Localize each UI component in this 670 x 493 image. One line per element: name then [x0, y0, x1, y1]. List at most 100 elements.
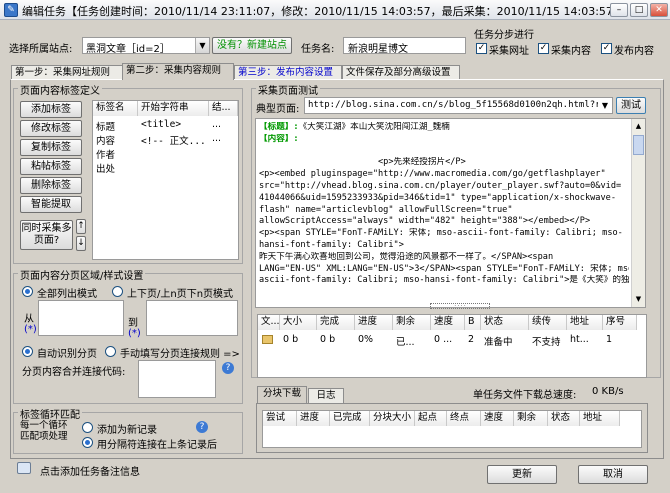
- table-row[interactable]: 作者: [93, 145, 238, 161]
- download-col-header[interactable]: 状态: [481, 315, 529, 330]
- download-cell: 1: [606, 334, 613, 345]
- join-prev-radio[interactable]: [82, 437, 93, 448]
- tab-url-rules[interactable]: 第一步：采集网址规则: [11, 65, 123, 80]
- test-result-area[interactable]: 【标题】:《大笑江湖》本山大笑沈阳闯江湖_魏楠 【内容】: <p>先来经授拐片</…: [255, 118, 646, 308]
- result-line-value: flash" name="articlevblog" allowFullScre…: [259, 204, 513, 215]
- manual-rule-radio[interactable]: [105, 346, 116, 357]
- splitter-handle[interactable]: · · · ·: [430, 303, 490, 309]
- new-site-link[interactable]: 没有？新建站点: [212, 37, 292, 54]
- auto-identify-radio[interactable]: [22, 346, 33, 357]
- update-button[interactable]: 更新: [487, 465, 557, 484]
- table-row[interactable]: 出处: [93, 159, 238, 175]
- download-col-header[interactable]: B: [465, 315, 481, 330]
- table-row[interactable]: 标题 <title> ...: [93, 117, 238, 133]
- download-col-header[interactable]: 速度: [431, 315, 465, 330]
- task-name-input[interactable]: 新浪明星博文: [343, 37, 466, 55]
- merge-code-input[interactable]: [138, 360, 216, 398]
- sync-multipage-button[interactable]: 同时采集多页面?: [20, 220, 73, 250]
- paste-tag-button[interactable]: 粘帖标签: [20, 158, 82, 175]
- block-col-header[interactable]: 已完成: [330, 411, 370, 426]
- task-note-link[interactable]: 点击添加任务备注信息: [40, 463, 140, 478]
- collect-url-label: 采集网址: [489, 46, 529, 57]
- from-input[interactable]: [38, 300, 124, 336]
- tab-content-rules[interactable]: 第二步：采集内容规则: [122, 63, 234, 80]
- block-col-header[interactable]: 速度: [481, 411, 514, 426]
- table-row[interactable]: 0 b 0 b 0% 已... 0 ... 2 准备中 不支持 ht... 1: [258, 332, 646, 348]
- loop-panel-title: 标签循环匹配: [18, 406, 82, 421]
- download-cell: 0 b: [320, 334, 336, 345]
- mode-all-radio[interactable]: [22, 286, 33, 297]
- tab-block-download[interactable]: 分块下载: [257, 386, 307, 403]
- download-col-header[interactable]: 续传: [529, 315, 567, 330]
- tag-col-end[interactable]: 结...: [209, 101, 238, 116]
- delete-tag-button[interactable]: 删除标签: [20, 177, 82, 194]
- result-line-value: <p><embed pluginspage="http://www.macrom…: [259, 169, 606, 180]
- chevron-down-icon[interactable]: ▼: [598, 98, 612, 113]
- tag-row-end: ...: [212, 133, 222, 144]
- move-up-button[interactable]: ↑: [76, 219, 86, 234]
- result-line-value: 《大笑江湖》本山大笑沈阳闯江湖_魏楠: [298, 122, 450, 132]
- new-record-radio[interactable]: [82, 422, 93, 433]
- chevron-down-icon[interactable]: ▼: [195, 38, 209, 53]
- scroll-up-icon[interactable]: ▲: [633, 120, 644, 132]
- tab-log[interactable]: 日志: [308, 388, 344, 403]
- paging-panel-title: 页面内容分页区域/样式设置: [18, 267, 146, 282]
- site-select[interactable]: 黑洞文章［id=2］ ▼: [82, 37, 210, 55]
- block-col-header[interactable]: 起点: [415, 411, 447, 426]
- close-button[interactable]: ✕: [650, 3, 668, 17]
- result-line: <p><span STYLE="FonT-FAMiLY: 宋体; mso-asc…: [259, 228, 629, 240]
- mode-prevnext-radio[interactable]: [112, 286, 123, 297]
- download-col-header[interactable]: 完成: [317, 315, 355, 330]
- minimize-button[interactable]: –: [610, 3, 628, 17]
- collect-content-checkbox[interactable]: ✓: [538, 43, 549, 54]
- download-col-header[interactable]: 地址: [567, 315, 603, 330]
- task-name-label: 任务名:: [301, 44, 335, 55]
- result-line-tag: 【内容】:: [259, 133, 299, 144]
- copy-tag-button[interactable]: 复制标签: [20, 139, 82, 156]
- vertical-scrollbar[interactable]: ▲ ▼: [631, 119, 645, 307]
- tab-publish-settings[interactable]: 第三步：发布内容设置: [234, 65, 342, 80]
- block-col-header[interactable]: 尝试: [263, 411, 297, 426]
- block-col-header[interactable]: 剩余: [514, 411, 548, 426]
- to-marker[interactable]: (*): [128, 328, 141, 339]
- cancel-button[interactable]: 取消: [578, 465, 648, 484]
- block-col-header[interactable]: 进度: [297, 411, 330, 426]
- download-col-header[interactable]: 进度: [355, 315, 393, 330]
- download-col-header[interactable]: 序号: [603, 315, 637, 330]
- tag-col-start[interactable]: 开始字符串: [138, 101, 209, 116]
- tag-col-name[interactable]: 标签名: [93, 101, 138, 116]
- from-marker[interactable]: (*): [24, 324, 37, 335]
- result-line: src="http://vhead.blog.sina.com.cn/playe…: [259, 181, 629, 193]
- block-col-header[interactable]: 地址: [580, 411, 620, 426]
- add-tag-button[interactable]: 添加标签: [20, 101, 82, 118]
- table-row[interactable]: 内容 <!-- 正文... ...: [93, 131, 238, 147]
- result-line-value: 41044066&uid=1595233933&pid=346&tid=1" t…: [259, 192, 616, 203]
- help-icon[interactable]: ?: [196, 421, 208, 433]
- download-col-header[interactable]: 大小: [280, 315, 317, 330]
- block-col-header[interactable]: 终点: [447, 411, 481, 426]
- speed-label: 单任务文件下载总速度:: [473, 390, 577, 401]
- progress-options: ✓ 采集网址 ✓ 采集内容 ✓ 发布内容: [476, 42, 666, 57]
- result-line: <p><embed pluginspage="http://www.macrom…: [259, 169, 629, 181]
- to-input[interactable]: [146, 300, 238, 336]
- tab-file-advanced[interactable]: 文件保存及部分高级设置: [342, 65, 460, 80]
- download-col-header[interactable]: 文...: [258, 315, 280, 330]
- edit-tag-button[interactable]: 修改标签: [20, 120, 82, 137]
- manual-rule-label: 手动填写分页连接规则 =>: [120, 349, 240, 360]
- test-button[interactable]: 测试: [616, 97, 646, 114]
- collect-url-checkbox[interactable]: ✓: [476, 43, 487, 54]
- scroll-thumb[interactable]: [633, 135, 644, 155]
- download-col-header[interactable]: 剩余: [393, 315, 431, 330]
- tag-panel-title: 页面内容标签定义: [18, 82, 102, 97]
- maximize-button[interactable]: □: [630, 3, 648, 17]
- help-icon[interactable]: ?: [222, 362, 234, 374]
- typical-url-input[interactable]: http://blog.sina.com.cn/s/blog_5f15568d0…: [304, 97, 613, 114]
- block-col-header[interactable]: 分块大小: [370, 411, 415, 426]
- publish-content-checkbox[interactable]: ✓: [601, 43, 612, 54]
- smart-extract-button[interactable]: 智能提取: [20, 196, 82, 213]
- note-icon[interactable]: [17, 462, 31, 474]
- block-col-header[interactable]: 状态: [548, 411, 580, 426]
- result-line-value: <p><span STYLE="FonT-FAMiLY: 宋体; mso-asc…: [259, 228, 623, 239]
- move-down-button[interactable]: ↓: [76, 236, 86, 251]
- scroll-down-icon[interactable]: ▼: [633, 293, 644, 305]
